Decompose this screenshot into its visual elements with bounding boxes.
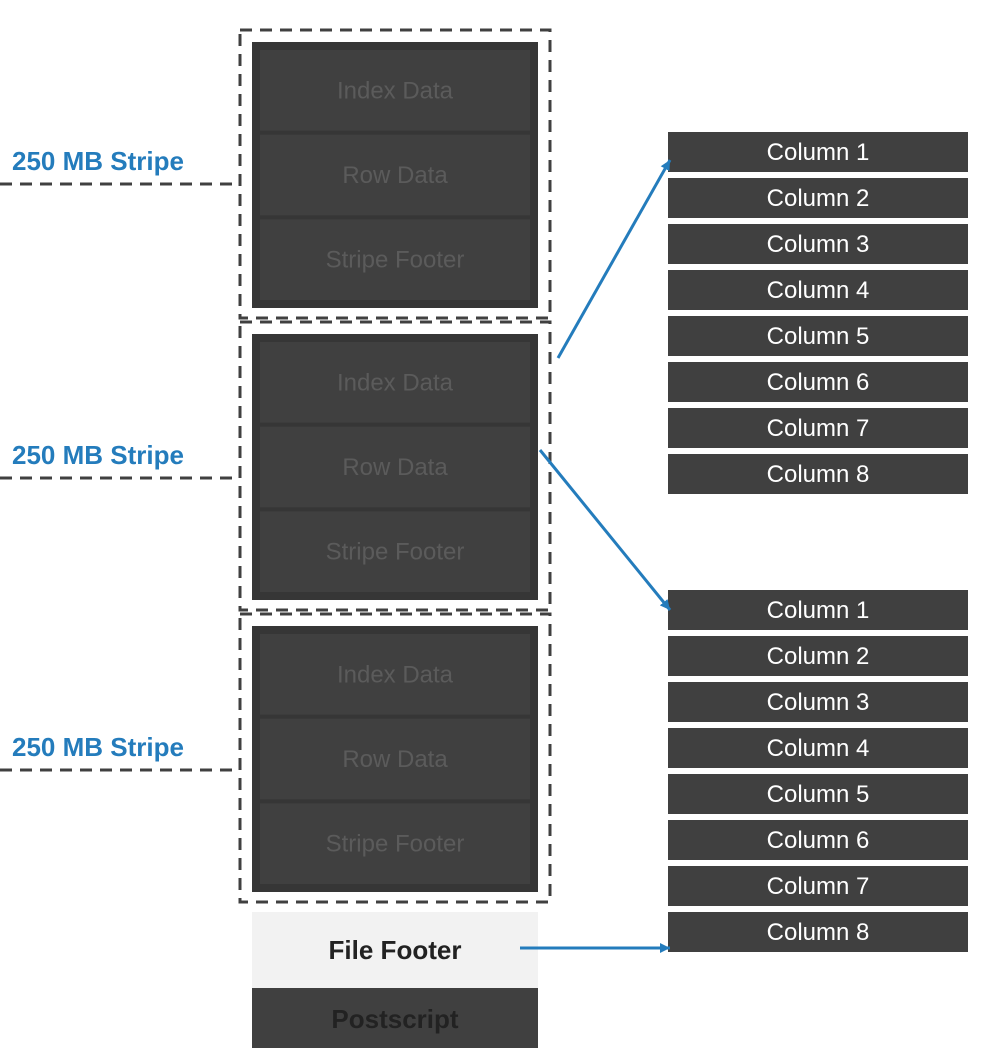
- column-cell-label: Column 3: [767, 231, 870, 258]
- stripe-footer-row-label: Stripe Footer: [326, 831, 465, 858]
- file-footer-label: File Footer: [329, 935, 462, 965]
- column-cell-label: Column 2: [767, 185, 870, 212]
- stripe-3: Index Data Row Data Stripe Footer 250 MB St…: [0, 614, 550, 902]
- stripe-size-label-2: 250 MB Stripe: [12, 440, 184, 470]
- index-data-row-label: Index Data: [337, 369, 454, 396]
- column-cell-label: Column 4: [767, 735, 870, 762]
- postscript-label: Postscript: [331, 1004, 458, 1034]
- row-data-row-label: Row Data: [342, 746, 448, 773]
- column-cell-label: Column 7: [767, 873, 870, 900]
- stripe-1: Index Data Row Data Stripe Footer 250 MB St…: [0, 30, 550, 318]
- column-cell-label: Column 5: [767, 323, 870, 350]
- stripe-size-label-1: 250 MB Stripe: [12, 146, 184, 176]
- stripe-2: Index Data Row Data Stripe Footer 250 MB St…: [0, 322, 550, 610]
- column-cell-label: Column 1: [767, 597, 870, 624]
- column-cell-label: Column 6: [767, 827, 870, 854]
- columns-group-bottom: Column 1 Column 2 Column 3 Column 4 Column 5…: [668, 590, 968, 952]
- column-cell-label: Column 6: [767, 369, 870, 396]
- index-data-row-label: Index Data: [337, 77, 454, 104]
- column-cell-label: Column 5: [767, 781, 870, 808]
- column-cell-label: Column 2: [767, 643, 870, 670]
- stripe-size-label-3: 250 MB Stripe: [12, 732, 184, 762]
- columns-group-top: Column 1 Column 2 Column 3 Column 4 Column 5…: [668, 132, 968, 494]
- column-cell-label: Column 7: [767, 415, 870, 442]
- arrow-index-to-columns: [558, 160, 670, 358]
- row-data-row-label: Row Data: [342, 162, 448, 189]
- column-cell-label: Column 1: [767, 139, 870, 166]
- column-cell-label: Column 8: [767, 461, 870, 488]
- column-cell-label: Column 8: [767, 919, 870, 946]
- arrow-rowdata-to-columns: [540, 450, 670, 610]
- index-data-row-label: Index Data: [337, 661, 454, 688]
- row-data-row-label: Row Data: [342, 454, 448, 481]
- column-cell-label: Column 4: [767, 277, 870, 304]
- stripe-footer-row-label: Stripe Footer: [326, 247, 465, 274]
- stripe-footer-row-label: Stripe Footer: [326, 539, 465, 566]
- column-cell-label: Column 3: [767, 689, 870, 716]
